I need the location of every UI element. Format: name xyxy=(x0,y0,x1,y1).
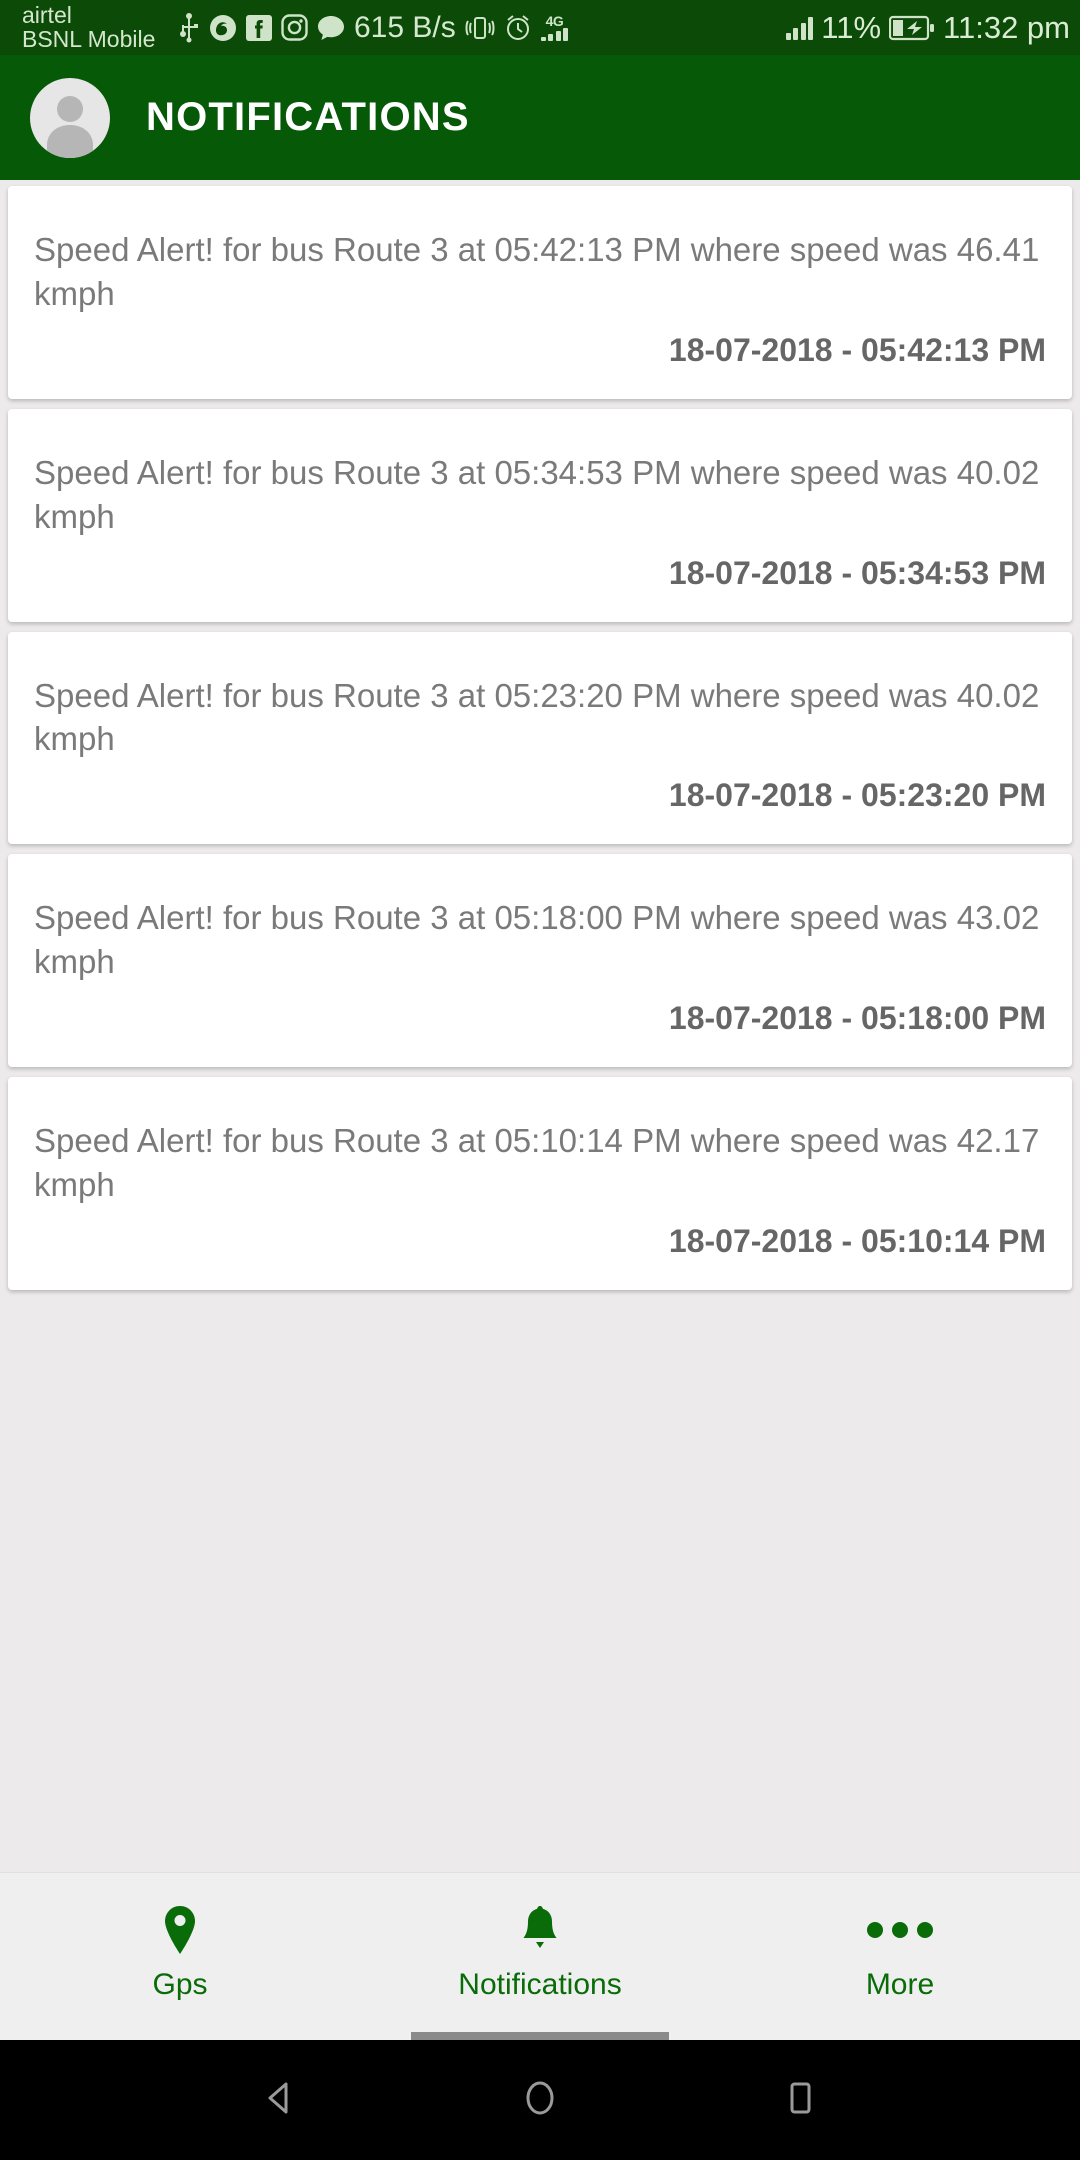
phone-screen: airtel BSNL Mobile 615 B/s 4G 11% 11:32 … xyxy=(0,0,1080,2160)
status-clock-label: 11:32 pm xyxy=(943,9,1070,45)
nav-item-notifications[interactable]: Notifications xyxy=(360,1904,720,2002)
drag-handle[interactable] xyxy=(411,2032,669,2040)
usb-icon xyxy=(178,12,200,43)
firefox-icon xyxy=(209,14,237,42)
notification-message: Speed Alert! for bus Route 3 at 05:10:14… xyxy=(34,1122,1040,1203)
network-type-label: 4G xyxy=(545,13,564,29)
status-bar: airtel BSNL Mobile 615 B/s 4G 11% 11:32 … xyxy=(0,0,1080,55)
vibrate-icon xyxy=(465,14,495,42)
notification-timestamp: 18-07-2018 - 05:34:53 PM xyxy=(668,554,1046,591)
signal-bars-icon xyxy=(540,28,569,41)
person-avatar-icon xyxy=(47,95,93,158)
battery-percent-label: 11% xyxy=(821,9,882,45)
page-title: NOTIFICATIONS xyxy=(146,95,470,139)
notification-message: Speed Alert! for bus Route 3 at 05:18:00… xyxy=(34,899,1040,981)
notification-timestamp: 18-07-2018 - 05:18:00 PM xyxy=(668,1000,1046,1036)
back-triangle-icon[interactable] xyxy=(256,2074,304,2127)
home-circle-icon[interactable] xyxy=(516,2074,564,2127)
nav-label-gps: Gps xyxy=(152,1967,208,2001)
notification-card[interactable]: Speed Alert! for bus Route 3 at 05:18:00… xyxy=(8,854,1072,1067)
android-navigation-bar xyxy=(0,2040,1080,2160)
signal-bars-icon-2 xyxy=(785,16,814,40)
carrier-line-1: airtel xyxy=(22,1,72,28)
notification-timestamp: 18-07-2018 - 05:23:20 PM xyxy=(668,777,1046,814)
notification-card[interactable]: Speed Alert! for bus Route 3 at 05:10:14… xyxy=(8,1077,1072,1290)
alarm-clock-icon xyxy=(504,14,532,42)
nav-label-notifications: Notifications xyxy=(458,1967,622,2001)
bottom-navigation-bar: Gps Notifications More xyxy=(0,1872,1080,2032)
status-icon-group: 615 B/s 4G xyxy=(178,10,569,45)
notification-message: Speed Alert! for bus Route 3 at 05:42:13… xyxy=(34,231,1040,312)
nav-label-more: More xyxy=(865,1967,935,2001)
network-speed-label: 615 B/s xyxy=(354,10,456,44)
notification-message: Speed Alert! for bus Route 3 at 05:23:20… xyxy=(34,676,1040,758)
carrier-label: airtel BSNL Mobile xyxy=(22,1,172,52)
bell-icon xyxy=(518,1904,562,1956)
facebook-icon xyxy=(246,14,272,41)
notification-card[interactable]: Speed Alert! for bus Route 3 at 05:34:53… xyxy=(8,408,1072,622)
notification-message: Speed Alert! for bus Route 3 at 05:34:53… xyxy=(34,453,1040,535)
notification-card[interactable]: Speed Alert! for bus Route 3 at 05:23:20… xyxy=(8,631,1072,845)
recents-square-icon[interactable] xyxy=(776,2074,824,2127)
notification-timestamp: 18-07-2018 - 05:42:13 PM xyxy=(668,331,1046,368)
nav-item-gps[interactable]: Gps xyxy=(0,1904,360,2002)
notification-timestamp: 18-07-2018 - 05:10:14 PM xyxy=(668,1222,1046,1259)
map-pin-icon xyxy=(160,1904,200,1956)
status-right-group: 11% 11:32 pm xyxy=(785,9,1070,46)
notification-card[interactable]: Speed Alert! for bus Route 3 at 05:42:13… xyxy=(8,186,1072,399)
more-dots-icon xyxy=(867,1904,933,1956)
chat-bubble-icon xyxy=(317,15,345,41)
app-bar: NOTIFICATIONS xyxy=(0,55,1080,180)
avatar[interactable] xyxy=(30,77,110,158)
network-type-icon: 4G xyxy=(540,13,569,41)
nav-item-more[interactable]: More xyxy=(720,1904,1080,2002)
drag-handle-row xyxy=(0,2032,1080,2040)
battery-charging-icon xyxy=(889,15,935,41)
notification-list[interactable]: Speed Alert! for bus Route 3 at 05:42:13… xyxy=(0,180,1080,1872)
carrier-line-2: BSNL Mobile xyxy=(22,25,156,52)
instagram-icon xyxy=(281,14,308,41)
